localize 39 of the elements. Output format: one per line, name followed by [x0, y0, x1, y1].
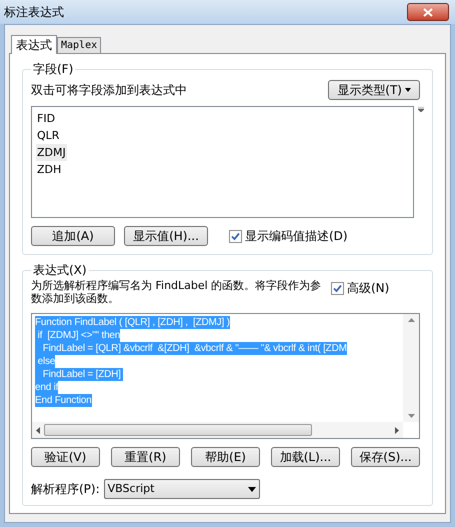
caret-icon [405, 88, 411, 92]
scroll-thumb[interactable] [44, 424, 312, 436]
window-title: 标注表达式 [4, 4, 64, 21]
checkmark-icon [231, 232, 240, 240]
field-button[interactable]: 追加(A) [31, 226, 115, 246]
group-title: 表达式(X) [32, 262, 88, 279]
checkbox[interactable]: 显示编码值描述(D) [229, 227, 348, 245]
right-arrow-icon [395, 426, 399, 434]
expression-button[interactable]: 保存(S)... [351, 447, 420, 467]
group-title: 字段(F) [32, 61, 74, 78]
left-arrow-icon [36, 426, 40, 434]
close-button[interactable] [407, 3, 449, 21]
list-scroll-icon [418, 107, 424, 112]
checkbox-label: 显示编码值描述(D) [245, 228, 348, 245]
field-item[interactable]: QLR [36, 127, 60, 144]
expression-button[interactable]: 帮助(E) [191, 447, 260, 467]
field-button[interactable]: 显示值(H)... [124, 226, 208, 246]
caret-icon [248, 486, 256, 492]
expression-button[interactable]: 重置(R) [111, 447, 180, 467]
field-item[interactable]: ZDMJ [36, 144, 67, 161]
tab[interactable]: Maplex [57, 37, 102, 53]
expression-button[interactable]: 加载(L)... [271, 447, 340, 467]
parser-label: 解析程序(P): [31, 481, 100, 498]
field-item[interactable]: ZDH [36, 161, 62, 178]
hint-text: 双击可将字段添加到表达式中 [31, 82, 187, 99]
vertical-scrollbar[interactable] [403, 314, 419, 422]
checkbox-label: 高级(N) [347, 280, 390, 297]
tab[interactable]: 表达式 [11, 35, 57, 54]
description-text: 为所选解析程序编写名为 FindLabel 的函数。将字段作为参数添加到该函数。 [31, 279, 322, 305]
field-item[interactable]: FID [36, 110, 56, 127]
horizontal-scrollbar[interactable] [32, 422, 403, 438]
show-type-button[interactable]: 显示类型(T) [328, 80, 420, 100]
checkbox[interactable]: 高级(N) [331, 279, 390, 297]
checkmark-icon [333, 284, 342, 292]
parser-dropdown[interactable]: VBScript [104, 479, 260, 499]
up-arrow-icon [408, 318, 414, 322]
down-arrow-icon [408, 414, 414, 418]
close-icon [423, 8, 433, 16]
expression-button[interactable]: 验证(V) [31, 447, 100, 467]
